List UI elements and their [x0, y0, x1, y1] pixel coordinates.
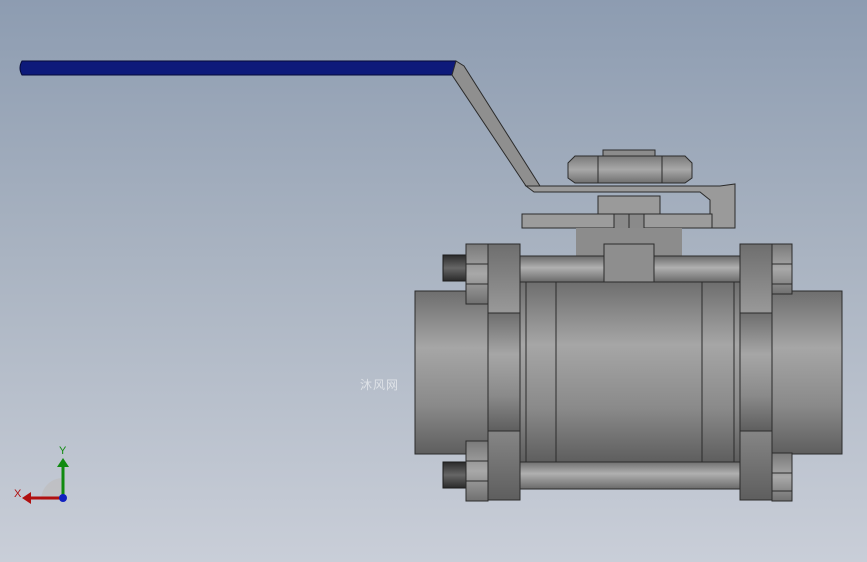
left-end-cap [414, 290, 491, 455]
stem-nut [567, 149, 693, 256]
graphics-viewport[interactable]: 沐风网 Y X [0, 0, 867, 562]
origin-point [59, 494, 67, 502]
lower-tie-rod [509, 460, 751, 490]
reference-triad: Y X [14, 445, 69, 504]
valve-body [519, 281, 741, 463]
x-axis-arrow [22, 492, 31, 504]
y-axis-label: Y [59, 445, 67, 457]
watermark: 沐风网 [360, 378, 400, 392]
y-axis-arrow [57, 458, 69, 467]
x-axis-label: X [14, 488, 22, 500]
right-end-cap [769, 290, 843, 455]
ball-valve-model[interactable] [0, 0, 867, 562]
